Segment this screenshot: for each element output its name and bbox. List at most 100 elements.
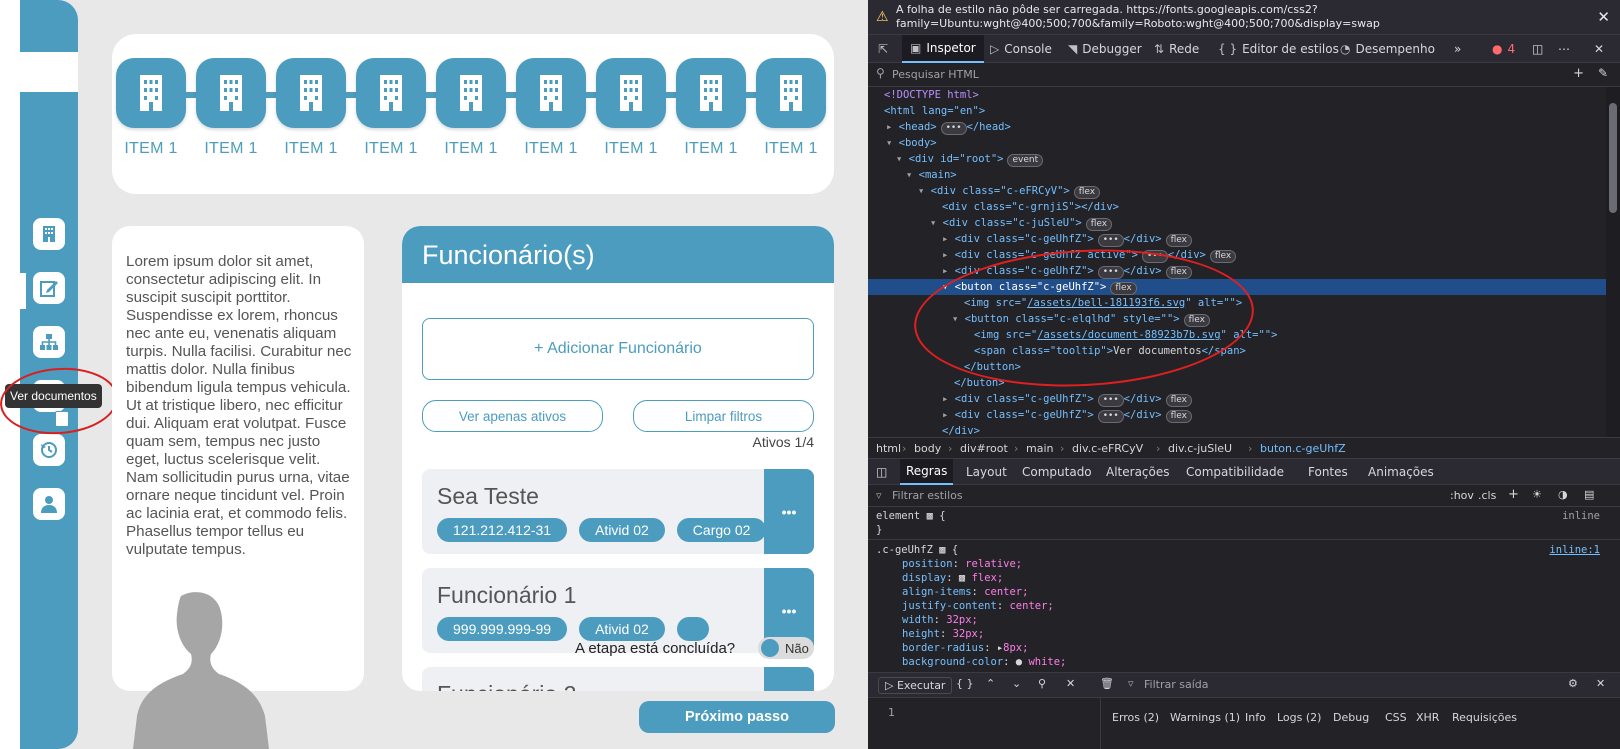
breadcrumb-item[interactable]: div#root [960, 442, 1008, 455]
sidebar-user-button[interactable] [33, 488, 65, 520]
tree-node[interactable]: ▾ <body> [886, 135, 937, 151]
style-declaration[interactable]: display: ▩ flex; [902, 571, 1003, 585]
style-declaration[interactable]: position: relative; [902, 557, 1022, 571]
item-card[interactable]: ITEM 1 [276, 58, 346, 158]
tab-computed[interactable]: Computado [1022, 459, 1092, 485]
dock-icon[interactable]: ◫ [1532, 35, 1543, 63]
rule-source-link[interactable]: inline:1 [1549, 543, 1600, 557]
eyedropper-icon[interactable]: ✎ [1598, 66, 1608, 80]
tree-scrollbar[interactable] [1606, 87, 1620, 437]
console-category-info[interactable]: Info [1245, 711, 1266, 724]
dark-theme-icon[interactable]: ◑ [1558, 488, 1568, 501]
tab-inspector[interactable]: ▣ Inspetor [902, 35, 984, 63]
tab-performance[interactable]: ◔ Desempenho [1340, 35, 1435, 63]
add-employee-button[interactable]: + Adicionar Funcionário [422, 318, 814, 380]
tab-compatibility[interactable]: Compatibilidade [1186, 459, 1284, 485]
tree-node[interactable]: <div class="c-grnjiS"></div> [942, 199, 1119, 215]
employee-menu-button[interactable]: ••• [764, 469, 814, 554]
breadcrumb-item-current[interactable]: buton.c-geUhfZ [1260, 442, 1346, 455]
item-card[interactable]: ITEM 1 [436, 58, 506, 158]
html-search-input[interactable]: Pesquisar HTML [892, 68, 979, 81]
item-card[interactable]: ITEM 1 [356, 58, 426, 158]
filter-active-button[interactable]: Ver apenas ativos [422, 400, 603, 432]
console-category-css[interactable]: CSS [1385, 711, 1407, 724]
tab-changes[interactable]: Alterações [1106, 459, 1170, 485]
more-tabs-icon[interactable]: » [1454, 35, 1461, 63]
tree-node[interactable]: ▾ <div class="c-eFRCyV"> flex [918, 183, 1101, 199]
close-console-icon[interactable]: ✕ [1596, 677, 1605, 690]
tree-node[interactable]: ▾ <main> [906, 167, 957, 183]
chevron-up-icon[interactable]: ⌃ [986, 677, 995, 690]
chevron-down-icon[interactable]: ⌄ [1012, 677, 1021, 690]
employee-card[interactable]: Sea Teste 121.212.412-31 Ativid 02 Cargo… [422, 469, 814, 554]
tree-node[interactable]: <!DOCTYPE html> [884, 87, 979, 103]
tab-animations[interactable]: Animações [1368, 459, 1434, 485]
tree-node[interactable]: ▸ <div class="c-geUhfZ"> ••• </div> flex [942, 231, 1192, 247]
item-card[interactable]: ITEM 1 [676, 58, 746, 158]
styles-filter-input[interactable]: Filtrar estilos [892, 489, 963, 502]
tab-layout[interactable]: Layout [966, 459, 1007, 485]
console-filter-input[interactable]: Filtrar saída [1144, 678, 1209, 691]
style-declaration[interactable]: background-color: ● white; [902, 655, 1066, 669]
stage-toggle[interactable]: Não [758, 637, 814, 659]
tab-style-editor[interactable]: { } Editor de estilos [1218, 35, 1339, 63]
element-rule[interactable]: element ▩ { [876, 509, 946, 523]
console-category-warnings[interactable]: Warnings (1) [1170, 711, 1240, 724]
employee-menu-button[interactable]: ••• [764, 667, 814, 691]
tree-node[interactable]: ▸ <head> ••• </head> [886, 119, 1011, 135]
more-options-icon[interactable]: ⋯ [1558, 35, 1570, 63]
tab-console[interactable]: ▷ Console [990, 35, 1052, 63]
item-card[interactable]: ITEM 1 [516, 58, 586, 158]
light-theme-icon[interactable]: ☀ [1532, 488, 1542, 501]
sidebar-edit-button[interactable] [33, 272, 65, 304]
breadcrumb-item[interactable]: html [876, 442, 901, 455]
tab-fonts[interactable]: Fontes [1308, 459, 1348, 485]
add-node-icon[interactable]: + [1573, 66, 1584, 81]
item-card[interactable]: ITEM 1 [596, 58, 666, 158]
scroll-thumb[interactable] [1609, 103, 1617, 213]
tree-node[interactable]: ▾ <div id="root"> event [896, 151, 1044, 167]
close-icon[interactable]: ✕ [1597, 8, 1610, 26]
tree-node[interactable]: ▸ <div class="c-geUhfZ"> ••• </div> flex [942, 391, 1192, 407]
close-devtools-icon[interactable]: ✕ [1594, 35, 1604, 63]
console-category-requests[interactable]: Requisições [1452, 711, 1517, 724]
sidebar-building-button[interactable] [33, 218, 65, 250]
style-declaration[interactable]: align-items: center; [902, 585, 1028, 599]
print-media-icon[interactable]: ▤ [1584, 488, 1594, 501]
close-editor-icon[interactable]: ✕ [1066, 677, 1075, 690]
tab-rules[interactable]: Regras [900, 459, 954, 485]
tree-node[interactable]: ▸ <div class="c-geUhfZ"> ••• </div> flex [942, 407, 1192, 423]
breadcrumb-item[interactable]: div.c-eFRCyV [1072, 442, 1143, 455]
next-step-button[interactable]: Próximo passo [639, 701, 835, 733]
sidebar-history-button[interactable] [33, 434, 65, 466]
breadcrumb-item[interactable]: div.c-juSleU [1168, 442, 1232, 455]
dock-sidebar-icon[interactable]: ◫ [876, 459, 887, 485]
tree-node[interactable]: <html lang="en"> [884, 103, 985, 119]
trash-icon[interactable]: 🗑 [1100, 677, 1114, 690]
sidebar-org-chart-button[interactable] [33, 326, 65, 358]
zoom-icon[interactable]: ⚲ [1038, 677, 1046, 690]
item-card[interactable]: ITEM 1 [196, 58, 266, 158]
pseudo-toggle[interactable]: :hov [1450, 489, 1474, 502]
console-category-errors[interactable]: Erros (2) [1112, 711, 1159, 724]
employee-card[interactable]: Funcionário 2 ••• [422, 667, 814, 691]
console-category-debug[interactable]: Debug [1333, 711, 1369, 724]
style-declaration[interactable]: justify-content: center; [902, 599, 1054, 613]
settings-icon[interactable]: ⚙ [1568, 677, 1578, 690]
breadcrumb-item[interactable]: body [914, 442, 941, 455]
tree-node[interactable]: </div> [942, 423, 980, 437]
element-picker-icon[interactable]: ⇱ [878, 35, 893, 63]
breadcrumb-item[interactable]: main [1026, 442, 1053, 455]
tree-node[interactable]: ▾ <div class="c-juSleU"> flex [930, 215, 1113, 231]
run-button[interactable]: ▷ Executar [878, 677, 953, 694]
tab-network[interactable]: ⇅ Rede [1154, 35, 1199, 63]
html-search[interactable]: ⚲ Pesquisar HTML + ✎ [868, 63, 1620, 87]
item-card[interactable]: ITEM 1 [756, 58, 826, 158]
add-rule-icon[interactable]: + [1508, 487, 1519, 502]
clear-filters-button[interactable]: Limpar filtros [633, 400, 814, 432]
style-declaration[interactable]: border-radius: ▸8px; [902, 641, 1028, 655]
tab-debugger[interactable]: ◥ Debugger [1068, 35, 1142, 63]
style-declaration[interactable]: height: 32px; [902, 627, 984, 641]
class-rule[interactable]: .c-geUhfZ ▩ { [876, 543, 958, 557]
error-badge[interactable]: ● 4 [1492, 35, 1515, 63]
